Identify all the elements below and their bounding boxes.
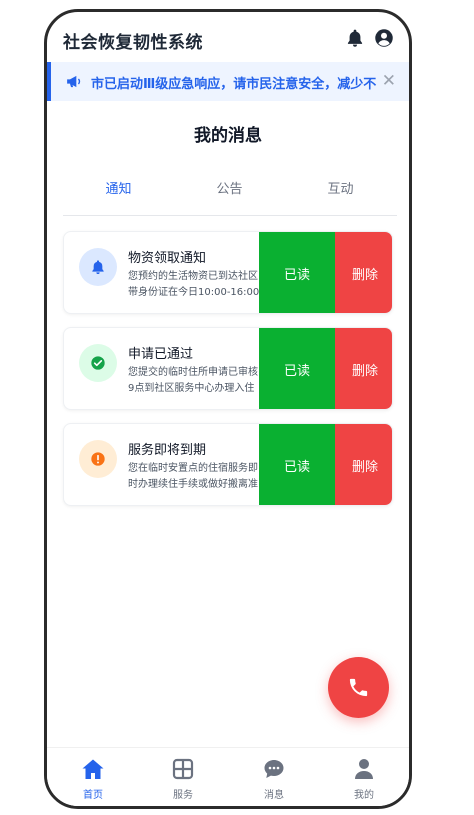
nav-label: 服务 — [173, 790, 193, 801]
message-icon-badge — [79, 440, 117, 478]
nav-profile[interactable]: 我的 — [319, 758, 409, 801]
tab-announcements[interactable]: 公告 — [174, 178, 285, 197]
message-body: 您预约的生活物资已到达社区 带身份证在今日10:00-16:00 — [128, 269, 268, 301]
user-circle-icon[interactable] — [374, 28, 394, 48]
nav-services[interactable]: 服务 — [138, 758, 228, 801]
message-body: 您在临时安置点的住宿服务即 时办理续住手续或做好搬离准 — [128, 461, 268, 493]
message-icon-badge — [79, 248, 117, 286]
nav-label: 首页 — [83, 790, 103, 801]
nav-label: 我的 — [354, 790, 374, 801]
home-icon — [82, 759, 104, 779]
mark-read-button[interactable]: 已读 — [259, 424, 335, 505]
message-tabs: 通知 公告 互动 — [63, 178, 397, 216]
message-card[interactable]: 服务即将到期 您在临时安置点的住宿服务即 时办理续住手续或做好搬离准 已读 删除 — [63, 423, 393, 506]
tab-notifications[interactable]: 通知 — [63, 178, 174, 197]
message-title: 申请已通过 — [128, 347, 194, 362]
phone-icon — [349, 678, 368, 697]
message-icon-badge — [79, 344, 117, 382]
chat-icon — [264, 760, 284, 778]
message-title: 服务即将到期 — [128, 443, 207, 458]
nav-home[interactable]: 首页 — [48, 758, 138, 801]
tab-interactions[interactable]: 互动 — [285, 178, 396, 197]
check-circle-icon — [91, 356, 105, 370]
delete-button[interactable]: 删除 — [335, 328, 392, 409]
mark-read-button[interactable]: 已读 — [259, 328, 335, 409]
bottom-navigation: 首页 服务 消息 我的 — [47, 747, 409, 806]
app-title: 社会恢复韧性系统 — [63, 33, 203, 53]
message-body-line: 带身份证在今日10:00-16:00 — [128, 287, 260, 298]
delete-button[interactable]: 删除 — [335, 424, 392, 505]
bell-icon — [92, 260, 104, 274]
message-body: 您提交的临时住所申请已审核 9点到社区服务中心办理入住 — [128, 365, 268, 397]
mark-read-button[interactable]: 已读 — [259, 232, 335, 313]
emergency-call-button[interactable] — [328, 657, 389, 718]
close-icon[interactable]: ✕ — [382, 71, 396, 91]
message-body-line: 您预约的生活物资已到达社区 — [128, 271, 258, 282]
app-header: 社会恢复韧性系统 — [47, 12, 409, 64]
message-card[interactable]: 物资领取通知 您预约的生活物资已到达社区 带身份证在今日10:00-16:00 … — [63, 231, 393, 314]
message-body-line: 您在临时安置点的住宿服务即 — [128, 463, 258, 474]
emergency-notice-bar[interactable]: 市已启动Ⅲ级应急响应，请市民注意安全，减少不 ✕ — [47, 62, 409, 101]
phone-frame: 社会恢复韧性系统 市已启动Ⅲ级应急响应，请市民注意安全，减少不 ✕ 我的消息 通… — [44, 9, 412, 809]
message-title: 物资领取通知 — [128, 251, 207, 266]
megaphone-icon — [67, 75, 81, 88]
nav-label: 消息 — [264, 790, 284, 801]
warning-circle-icon — [91, 452, 105, 466]
grid-icon — [172, 758, 194, 780]
notice-text: 市已启动Ⅲ级应急响应，请市民注意安全，减少不 — [91, 77, 377, 92]
delete-button[interactable]: 删除 — [335, 232, 392, 313]
nav-messages[interactable]: 消息 — [229, 758, 319, 801]
person-icon — [355, 759, 373, 779]
message-body-line: 您提交的临时住所申请已审核 — [128, 367, 258, 378]
message-body-line: 时办理续住手续或做好搬离准 — [128, 479, 258, 490]
message-card[interactable]: 申请已通过 您提交的临时住所申请已审核 9点到社区服务中心办理入住 已读 删除 — [63, 327, 393, 410]
message-body-line: 9点到社区服务中心办理入住 — [128, 383, 255, 394]
bell-icon[interactable] — [345, 28, 365, 48]
page-title: 我的消息 — [194, 126, 262, 146]
